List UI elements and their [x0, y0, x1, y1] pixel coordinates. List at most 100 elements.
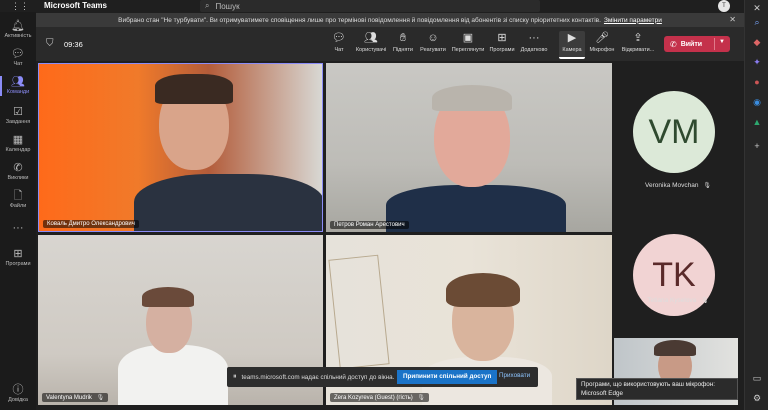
banner-settings-link[interactable]: Змінити параметри [604, 17, 662, 24]
leave-label: Вийти [680, 40, 703, 48]
react-icon: ☺ [427, 32, 439, 44]
search-icon: ⌕ [205, 1, 210, 10]
participant-name-tag: Коваль Дмитро Олександрович [43, 220, 139, 228]
drag-handle-icon[interactable]: ⏸ [233, 373, 237, 381]
shopping-icon[interactable]: ◆ [745, 36, 768, 48]
video-tile[interactable]: Коваль Дмитро Олександрович [38, 63, 323, 232]
tooltip-line: Microsoft Edge [581, 389, 623, 397]
title-bar: ⋮⋮ Microsoft Teams ⌕ Пошук T [0, 0, 744, 12]
tasks-icon: ☑ [13, 106, 23, 118]
toolbar-share-button[interactable]: ⇪ Відкривати... [619, 31, 657, 59]
participant-name-tag: Zera Kozyreva (Guest) (гість) 🎙︎ [330, 393, 430, 402]
search-input[interactable]: ⌕ Пошук [200, 0, 540, 12]
profile-avatar[interactable]: T [718, 0, 730, 12]
apps-icon: ⊞ [497, 32, 507, 44]
calendar-icon: ▦ [12, 134, 24, 146]
participant-name: Петров Роман Арестович [334, 222, 405, 228]
view-icon: ▣ [462, 32, 474, 44]
chevron-down-icon[interactable]: ▼ [719, 39, 725, 45]
rail-label: Завдання [5, 119, 31, 125]
participant-name-tag: Valentyna Mudrik 🎙︎ [42, 393, 109, 402]
meeting-toolbar: ⛉ 09:36 💬︎ Чат 👥︎ Користувачі ✋︎ Підняти… [36, 27, 744, 61]
participant-name: Zera Kozyreva (Guest) (гість) [334, 395, 413, 401]
toolbar-raise-hand-button[interactable]: ✋︎ Підняти [390, 31, 416, 59]
participant-name-tag: Петров Роман Арестович [330, 221, 409, 229]
toolbar-more-button[interactable]: ··· Додатково [518, 31, 550, 59]
toolbar-view-button[interactable]: ▣ Переглянути [450, 31, 486, 59]
toolbar-people-button[interactable]: 👥︎ Користувачі [354, 31, 388, 59]
mic-off-icon: 🎙︎ [417, 395, 426, 401]
teams-window: ⋮⋮ Microsoft Teams ⌕ Пошук T Вибрано ста… [0, 0, 768, 410]
search-placeholder: Пошук [215, 1, 240, 11]
toolbar-chat-button[interactable]: 💬︎ Чат [328, 31, 350, 59]
more-icon: ··· [528, 32, 540, 44]
participant-name: Tetiana Kyselova [647, 297, 697, 304]
rail-item-tasks[interactable]: ☑ Завдання [0, 106, 36, 126]
apps-icon: ⊞ [13, 248, 23, 260]
toolbar-react-button[interactable]: ☺ Реагувати [418, 31, 448, 59]
people-icon: 👥︎ [364, 32, 378, 44]
side-participant-name: Tetiana Kyselova 🎙︎ [612, 297, 744, 304]
files-icon: 🗋 [13, 190, 23, 202]
participant-name: Коваль Дмитро Олександрович [47, 221, 135, 227]
phone-icon: ✆ [13, 162, 23, 174]
rail-label: Активність [4, 33, 32, 39]
stop-sharing-button[interactable]: Припинити спільний доступ [397, 370, 498, 384]
add-icon[interactable]: + [745, 140, 768, 152]
toolbar-label: Програми [489, 47, 515, 53]
microphone-icon: 🎤︎ [595, 32, 609, 44]
video-tile[interactable]: Петров Роман Арестович [326, 63, 612, 232]
rail-label: Виклики [7, 175, 29, 181]
shield-icon[interactable]: ⛉ [46, 38, 54, 49]
toolbar-microphone-button[interactable]: 🎤︎ Мікрофон [587, 31, 617, 59]
sidebar-toggle-icon[interactable]: ▭ [745, 372, 768, 384]
toolbar-camera-button[interactable]: ▶ Камера [559, 31, 585, 59]
toolbar-label: Додатково [520, 47, 548, 53]
toolbar-apps-button[interactable]: ⊞ Програми [487, 31, 517, 59]
toolbar-label: Підняти [393, 47, 413, 53]
rail-label: Файли [9, 203, 27, 209]
microphone-tooltip: Програми, що використовують ваш мікрофон… [576, 378, 738, 400]
avatar[interactable]: VM [633, 91, 715, 173]
search-icon[interactable]: ⌕ [745, 16, 768, 28]
rail-item-activity[interactable]: 🔔︎ Активність [0, 20, 36, 40]
rail-item-calendar[interactable]: ▦ Календар [0, 134, 36, 154]
rail-item-apps[interactable]: ⊞ Програми [0, 248, 36, 268]
rail-item-help[interactable]: ⓘ Довідка [0, 384, 36, 404]
more-apps-button[interactable]: ··· [0, 222, 36, 235]
leave-divider [714, 38, 715, 50]
rail-label: Команди [6, 89, 30, 95]
browser-sidebar: ✕ ⌕ ◆ ✦ ● ◉ ▲ + ▭ ⚙ [744, 0, 768, 410]
chat-icon: 💬︎ [332, 32, 346, 44]
drop-icon[interactable]: ▲ [745, 116, 768, 128]
toolbar-label: Переглянути [451, 47, 485, 53]
rail-label: Чат [13, 61, 23, 67]
rail-label: Календар [5, 147, 31, 153]
screen-share-notification: ⏸ teams.microsoft.com надає спільний дос… [227, 367, 538, 387]
chat-icon: 💬︎ [11, 48, 25, 60]
tooltip-line: Програми, що використовують ваш мікрофон… [581, 381, 716, 388]
banner-text: Вибрано стан "Не турбувати". Ви отримува… [118, 16, 601, 24]
mic-off-icon: 🎙︎ [703, 183, 711, 189]
app-launcher-icon[interactable]: ⋮⋮ [11, 1, 29, 11]
leave-button[interactable]: ✆ Вийти ▼ [664, 36, 730, 52]
more-icon: ··· [12, 222, 24, 234]
toolbar-label: Реагувати [420, 47, 446, 53]
tools-icon[interactable]: ✦ [745, 56, 768, 68]
close-icon[interactable]: ✕ [745, 2, 768, 14]
hang-up-icon: ✆ [670, 39, 677, 49]
rail-item-chat[interactable]: 💬︎ Чат [0, 48, 36, 68]
app-title: Microsoft Teams [44, 1, 107, 10]
rail-label: Програми [5, 261, 31, 267]
outlook-icon[interactable]: ◉ [745, 96, 768, 108]
teams-icon: 👥︎ [11, 76, 25, 88]
rail-item-files[interactable]: 🗋 Файли [0, 190, 36, 210]
games-icon[interactable]: ● [745, 76, 768, 88]
gear-icon[interactable]: ⚙ [745, 392, 768, 404]
toolbar-label: Відкривати... [621, 47, 655, 53]
rail-item-teams[interactable]: 👥︎ Команди [0, 76, 36, 96]
hide-button[interactable]: Приховати [499, 372, 530, 379]
toolbar-label: Камера [562, 47, 582, 53]
rail-item-calls[interactable]: ✆ Виклики [0, 162, 36, 182]
close-icon[interactable]: ✕ [729, 15, 736, 24]
